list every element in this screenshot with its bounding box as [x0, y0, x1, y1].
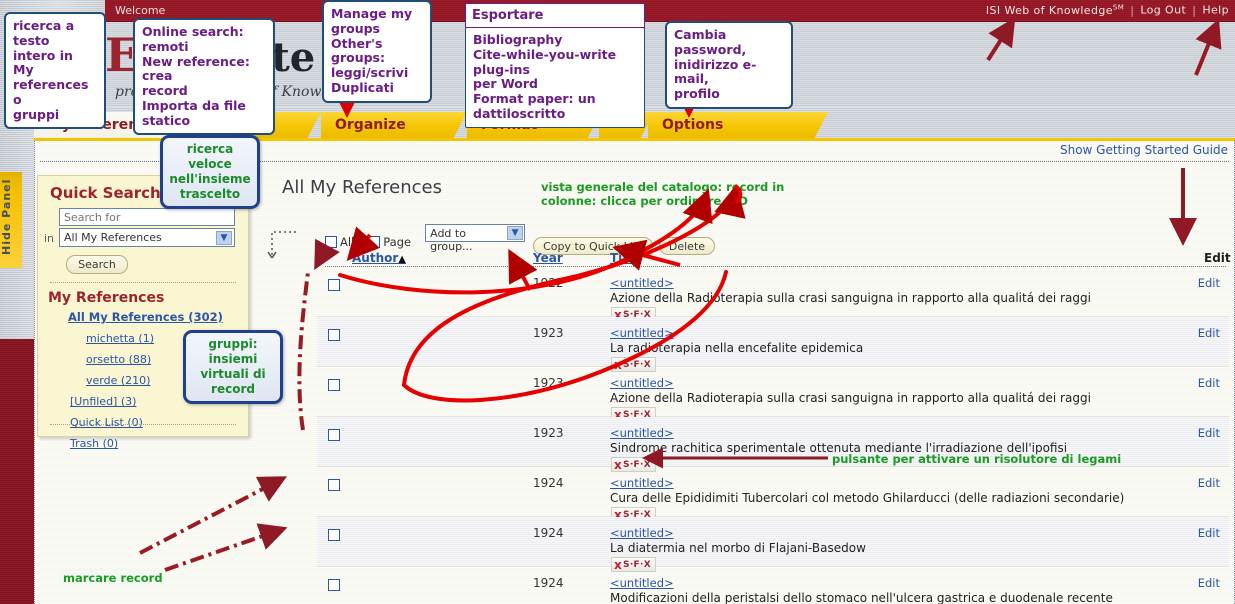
select-all-label: All	[340, 235, 355, 249]
row-select-checkbox[interactable]	[328, 379, 340, 391]
add-to-group-value: Add to group...	[430, 227, 473, 253]
log-out-link[interactable]: Log Out	[1140, 4, 1186, 17]
callout-my-references: ricerca a testo intero in My references …	[4, 12, 106, 130]
row-title: Azione della Radioterapia sulla crasi sa…	[610, 391, 1091, 405]
row-edit-link[interactable]: Edit	[1198, 276, 1220, 290]
row-untitled-link[interactable]: <untitled>	[610, 476, 674, 490]
search-scope-value: All My References	[64, 231, 162, 244]
show-getting-started-guide-link[interactable]: Show Getting Started Guide	[1060, 143, 1228, 157]
row-edit-link[interactable]: Edit	[1198, 376, 1220, 390]
callout-organize: Manage my groups Other's groups: leggi/s…	[322, 0, 432, 103]
row-title: La radioterapia nella encefalite epidemi…	[610, 341, 864, 355]
select-all-checkbox[interactable]	[325, 236, 337, 248]
delete-button[interactable]: Delete	[658, 237, 716, 255]
row-select-checkbox[interactable]	[328, 279, 340, 291]
panel-divider-2	[50, 424, 236, 425]
row-untitled-link[interactable]: <untitled>	[610, 326, 674, 340]
row-edit-link[interactable]: Edit	[1198, 526, 1220, 540]
group-item[interactable]: verde (210)	[86, 374, 150, 387]
add-to-group-select[interactable]: Add to group... ▼	[425, 224, 526, 253]
table-row: 1923 <untitled> La radioterapia nella ence…	[317, 317, 1229, 372]
row-untitled-link[interactable]: <untitled>	[610, 376, 674, 390]
callout-collect: Online search: remoti New reference: cre…	[133, 18, 275, 136]
isi-web-of-knowledge-link[interactable]: ISI Web of KnowledgeSM	[986, 3, 1125, 17]
row-select-checkbox[interactable]	[328, 329, 340, 341]
row-untitled-link[interactable]: <untitled>	[610, 526, 674, 540]
search-input[interactable]	[59, 208, 235, 226]
column-header-title[interactable]: Title	[610, 251, 640, 265]
group-item[interactable]: Quick List (0)	[70, 416, 143, 429]
chevron-down-icon: ▼	[507, 226, 524, 240]
group-item[interactable]: Trash (0)	[70, 437, 118, 450]
group-item[interactable]: [Unfiled] (3)	[70, 395, 136, 408]
topbar-links: ISI Web of KnowledgeSM | Log Out | Help	[986, 3, 1229, 17]
row-title: Cura delle Epididimiti Tubercolari col m…	[610, 491, 1125, 505]
row-edit-link[interactable]: Edit	[1198, 476, 1220, 490]
select-page-checkbox[interactable]	[368, 236, 381, 248]
separator-1: |	[1130, 3, 1135, 17]
table-row: 1924 <untitled> La diatermia nel morbo di …	[317, 517, 1229, 572]
row-year: 1923	[533, 376, 564, 390]
page-root: Welcome ISI Web of KnowledgeSM | Log Out | H…	[0, 0, 1235, 604]
separator-2: |	[1192, 3, 1197, 17]
row-year: 1923	[533, 326, 564, 340]
welcome-text: Welcome	[115, 4, 166, 17]
row-select-checkbox[interactable]	[328, 529, 340, 541]
row-year: 1924	[533, 576, 564, 590]
row-select-checkbox[interactable]	[328, 429, 340, 441]
panel-divider-1	[50, 282, 236, 283]
callout-format: Bibliography Cite-while-you-write plug-i…	[465, 27, 645, 128]
row-edit-link[interactable]: Edit	[1198, 426, 1220, 440]
note-mark-record: marcare record	[59, 569, 167, 588]
service-mark: SM	[1112, 3, 1125, 11]
tab-options[interactable]: Options	[648, 112, 828, 139]
row-edit-link[interactable]: Edit	[1198, 576, 1220, 590]
table-row: 1924 <untitled> Cura delle Epididimiti Tub…	[317, 467, 1229, 522]
column-header-year[interactable]: Year	[533, 251, 563, 265]
table-row: 1922 <untitled> Azione della Radioterapia …	[317, 267, 1229, 322]
list-toolbar: All PageAdd to group... ▼ Copy to Quick Lis…	[325, 224, 721, 255]
table-row: 1923 <untitled> Azione della Radioterapia …	[317, 367, 1229, 422]
search-scope-select[interactable]: All My References ▼	[59, 228, 235, 247]
row-year: 1924	[533, 476, 564, 490]
page-title: All My References	[282, 177, 442, 198]
chevron-down-icon: ▼	[216, 231, 232, 245]
group-item[interactable]: orsetto (88)	[86, 353, 151, 366]
hide-panel-toggle[interactable]: Hide Panel	[0, 172, 22, 268]
note-sfx-button: pulsante per attivare un risolutore di l…	[832, 452, 1122, 466]
row-untitled-link[interactable]: <untitled>	[610, 576, 674, 590]
select-page-label: Page	[383, 235, 412, 249]
search-scope-label: in	[44, 232, 55, 245]
callout-groups: gruppi: insiemi virtuali di record	[183, 330, 283, 404]
quick-search-title: Quick Search	[50, 184, 161, 202]
my-references-heading: My References	[48, 290, 165, 306]
top-bar: Welcome ISI Web of KnowledgeSM | Log Out | H…	[105, 0, 1235, 22]
row-year: 1923	[533, 426, 564, 440]
table-row: 1924 <untitled> Modificazioni della perist…	[317, 567, 1229, 604]
column-header-edit: Edit	[1204, 251, 1231, 265]
help-link[interactable]: Help	[1202, 4, 1229, 17]
row-untitled-link[interactable]: <untitled>	[610, 426, 674, 440]
row-title: La diatermia nel morbo di Flajani-Basedo…	[610, 541, 866, 555]
column-header-author[interactable]: Author▲	[352, 251, 406, 265]
group-item[interactable]: michetta (1)	[86, 332, 154, 345]
row-title: Azione della Radioterapia sulla crasi sa…	[610, 291, 1091, 305]
reference-list: 1922 <untitled> Azione della Radioterapia …	[317, 267, 1229, 604]
search-button[interactable]: Search	[66, 255, 128, 274]
row-year: 1922	[533, 276, 564, 290]
row-select-checkbox[interactable]	[328, 579, 340, 591]
row-select-checkbox[interactable]	[328, 479, 340, 491]
note-catalog-view: vista generale del catalogo: record in c…	[541, 180, 785, 209]
row-title: Modificazioni della peristalsi dello sto…	[610, 591, 1113, 604]
callout-format-title: Esportare	[465, 3, 645, 28]
callout-options: Cambia password, inidirizzo e-mail, prof…	[665, 21, 793, 109]
sort-arrow-icon: ▲	[398, 254, 406, 265]
callout-quick-search: ricerca veloce nell'insieme trascelto	[160, 135, 260, 209]
tab-organize[interactable]: Organize	[321, 112, 467, 139]
row-year: 1924	[533, 526, 564, 540]
group-item[interactable]: All My References (302)	[68, 310, 223, 324]
row-edit-link[interactable]: Edit	[1198, 326, 1220, 340]
row-untitled-link[interactable]: <untitled>	[610, 276, 674, 290]
